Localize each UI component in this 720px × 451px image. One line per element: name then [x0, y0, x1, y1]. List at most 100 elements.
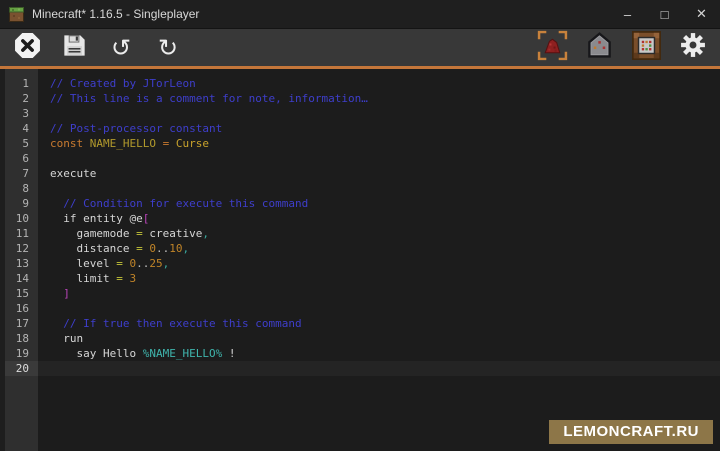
code-line[interactable]: [38, 106, 720, 121]
app-window: Minecraft* 1.16.5 - Singleplayer – □ ✕: [0, 0, 720, 451]
floppy-disk-icon: [62, 33, 87, 63]
redo-button[interactable]: ↻: [152, 32, 184, 64]
code-token: execute: [50, 167, 96, 180]
module-frame-icon: [632, 31, 661, 65]
code-line[interactable]: run: [38, 331, 720, 346]
line-number: 17: [5, 316, 38, 331]
redstone-dust-select-icon: [537, 30, 568, 66]
code-token: limit: [50, 272, 116, 285]
code-token: ,: [202, 227, 209, 240]
code-line[interactable]: limit = 3: [38, 271, 720, 286]
undo-icon: ↺: [111, 36, 131, 60]
code-token: =: [156, 137, 176, 150]
code-token: ,: [182, 242, 189, 255]
titlebar: Minecraft* 1.16.5 - Singleplayer – □ ✕: [0, 0, 720, 28]
line-number: 8: [5, 181, 38, 196]
code-token: // Created by JTorLeon: [50, 77, 196, 90]
code-token: ..: [136, 257, 149, 270]
code-token: // Condition for execute this command: [63, 197, 308, 210]
line-number: 16: [5, 301, 38, 316]
code-token: const: [50, 137, 90, 150]
line-number: 6: [5, 151, 38, 166]
close-file-button[interactable]: [11, 32, 43, 64]
code-token: ..: [156, 242, 169, 255]
code-token: say Hello: [50, 347, 143, 360]
code-line[interactable]: gamemode = creative,: [38, 226, 720, 241]
line-number: 4: [5, 121, 38, 136]
code-token: 3: [129, 272, 136, 285]
line-number-gutter: 1234567891011121314151617181920: [5, 69, 38, 451]
octagon-x-icon: [14, 32, 41, 64]
code-token: !: [222, 347, 235, 360]
code-line[interactable]: [38, 361, 720, 376]
code-line[interactable]: [38, 301, 720, 316]
line-number: 13: [5, 256, 38, 271]
code-token: distance: [50, 242, 136, 255]
code-token: 10: [169, 242, 182, 255]
line-number: 7: [5, 166, 38, 181]
save-button[interactable]: [58, 32, 90, 64]
line-number: 3: [5, 106, 38, 121]
code-token: // Post-processor constant: [50, 122, 222, 135]
line-number: 14: [5, 271, 38, 286]
code-line[interactable]: distance = 0..10,: [38, 241, 720, 256]
line-number: 9: [5, 196, 38, 211]
code-token: ,: [163, 257, 170, 270]
minecraft-grass-block-icon: [9, 7, 24, 22]
code-line[interactable]: // Created by JTorLeon: [38, 76, 720, 91]
code-token: Curse: [176, 137, 209, 150]
line-number: 18: [5, 331, 38, 346]
close-button[interactable]: ✕: [683, 0, 720, 28]
code-token: ]: [50, 287, 70, 300]
line-number: 1: [5, 76, 38, 91]
code-token: %NAME_HELLO%: [143, 347, 222, 360]
settings-button[interactable]: [677, 32, 709, 64]
code-line[interactable]: // Post-processor constant: [38, 121, 720, 136]
code-token: 0: [149, 242, 156, 255]
code-token: level: [50, 257, 116, 270]
module-frame-button[interactable]: [630, 32, 662, 64]
code-token: gamemode: [50, 227, 136, 240]
window-title: Minecraft* 1.16.5 - Singleplayer: [32, 7, 199, 21]
code-line[interactable]: level = 0..25,: [38, 256, 720, 271]
redo-icon: ↻: [158, 36, 178, 60]
code-line[interactable]: // This line is a comment for note, info…: [38, 91, 720, 106]
redstone-selector-button[interactable]: [536, 32, 568, 64]
code-editor: 1234567891011121314151617181920 // Creat…: [0, 69, 720, 451]
gear-icon: [680, 32, 706, 63]
line-number: 2: [5, 91, 38, 106]
code-line[interactable]: // If true then execute this command: [38, 316, 720, 331]
line-number: 19: [5, 346, 38, 361]
code-token: =: [136, 227, 143, 240]
code-token: =: [116, 272, 123, 285]
code-token: creative: [143, 227, 203, 240]
code-token: =: [136, 242, 143, 255]
code-token: [50, 197, 63, 210]
code-token: // If true then execute this command: [63, 317, 301, 330]
code-line[interactable]: say Hello %NAME_HELLO% !: [38, 346, 720, 361]
code-token: [: [143, 212, 150, 225]
code-line[interactable]: ]: [38, 286, 720, 301]
home-shield-icon: [586, 32, 613, 64]
line-number: 20: [5, 361, 38, 376]
window-controls: – □ ✕: [609, 0, 720, 28]
home-button[interactable]: [583, 32, 615, 64]
code-line[interactable]: [38, 151, 720, 166]
code-line[interactable]: // Condition for execute this command: [38, 196, 720, 211]
maximize-button[interactable]: □: [646, 0, 683, 28]
code-line[interactable]: if entity @e[: [38, 211, 720, 226]
toolbar: ↺ ↻: [0, 28, 720, 66]
code-token: =: [116, 257, 123, 270]
code-token: [50, 317, 63, 330]
line-number: 10: [5, 211, 38, 226]
line-number: 15: [5, 286, 38, 301]
code-line[interactable]: const NAME_HELLO = Curse: [38, 136, 720, 151]
code-line[interactable]: [38, 181, 720, 196]
code-line[interactable]: execute: [38, 166, 720, 181]
code-token: if entity @e: [50, 212, 143, 225]
minimize-button[interactable]: –: [609, 0, 646, 28]
undo-button[interactable]: ↺: [105, 32, 137, 64]
line-number: 11: [5, 226, 38, 241]
code-token: run: [50, 332, 83, 345]
code-area[interactable]: // Created by JTorLeon// This line is a …: [38, 69, 720, 451]
